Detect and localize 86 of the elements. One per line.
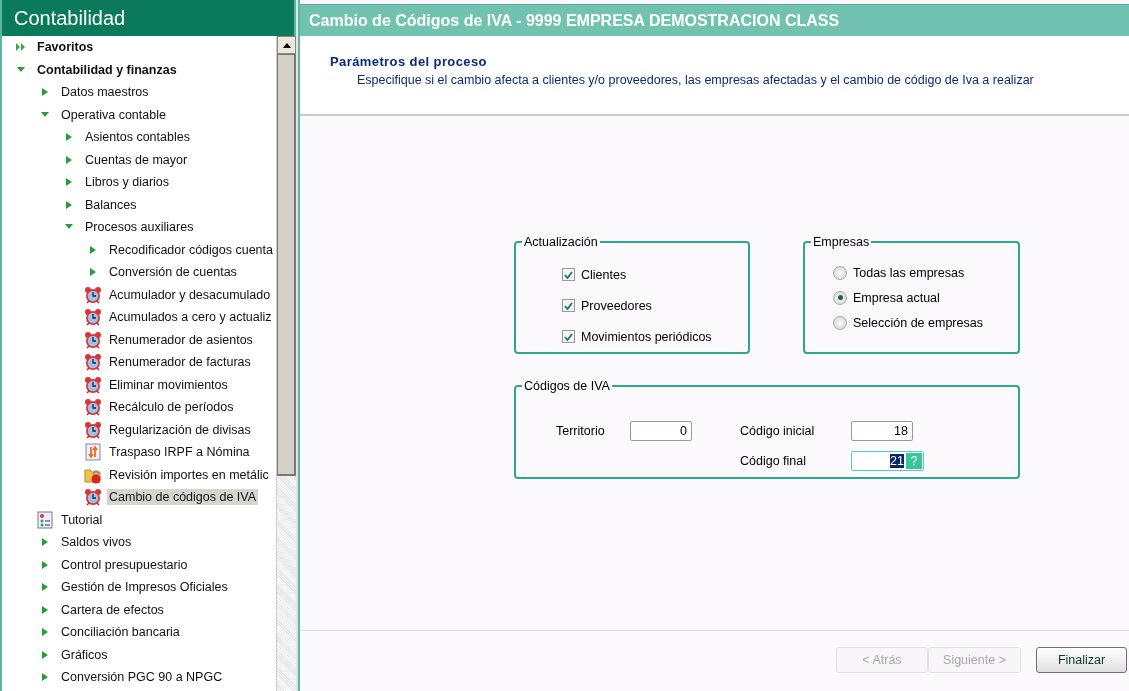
alarm-clock-icon (84, 398, 102, 417)
collapsed-arrow-icon[interactable] (41, 627, 49, 638)
tree-item[interactable]: Cambio de códigos de IVA (107, 489, 259, 506)
scrollbar[interactable] (276, 36, 296, 691)
checkbox-label[interactable]: Clientes (581, 267, 627, 282)
radio-label[interactable]: Todas las empresas (853, 265, 965, 280)
tree-item[interactable]: Acumulados a cero y actualiz (107, 309, 274, 326)
field-label: Código inicial (740, 424, 816, 438)
expanded-arrow-icon[interactable] (40, 110, 50, 119)
collapsed-arrow-icon[interactable] (65, 154, 73, 165)
collapsed-arrow-icon[interactable] (65, 177, 73, 188)
up-arrow-icon (282, 42, 291, 48)
collapsed-arrow-icon[interactable] (41, 582, 49, 593)
collapsed-arrow-icon[interactable] (65, 132, 73, 143)
wizard-button[interactable]: Finalizar (1036, 647, 1127, 673)
checkbox[interactable] (562, 299, 575, 312)
tree-item[interactable]: Operativa contable (59, 106, 168, 123)
sidebar-title: Contabilidad (0, 0, 296, 36)
radio-label[interactable]: Empresa actual (853, 290, 940, 305)
tree-item[interactable]: Conversión PGC 90 a NPGC (59, 669, 225, 686)
collapsed-arrow-icon[interactable] (41, 87, 49, 98)
tree-item[interactable]: Balances (83, 196, 139, 213)
radio-button[interactable] (833, 315, 847, 330)
tree-item[interactable]: Regularización de divisas (107, 421, 253, 438)
input-field[interactable]: 18 (851, 421, 913, 441)
tree-item[interactable]: Tutorial (59, 511, 105, 528)
alarm-clock-icon (84, 375, 102, 394)
tree-item[interactable]: Conciliación bancaria (59, 624, 182, 641)
list-document-icon (37, 510, 53, 529)
tree-item[interactable]: Favoritos (35, 39, 96, 56)
group-title: Códigos de IVA (523, 379, 611, 393)
group-title: Empresas (812, 235, 871, 249)
checkbox-label[interactable]: Proveedores (581, 298, 652, 313)
section-description: Especifique si el cambio afecta a clientes y/o proveedores, las empresas afectadas y el cambio de código de Iva a realizar (357, 73, 1035, 87)
double-arrow-icon (15, 42, 27, 53)
tree-item[interactable]: Gráficos (59, 646, 110, 663)
tree-item[interactable]: Control presupuestario (59, 556, 190, 573)
collapsed-arrow-icon[interactable] (65, 199, 73, 210)
checkbox-label[interactable]: Movimientos periódicos (581, 329, 712, 344)
input-field[interactable]: 0 (630, 421, 692, 441)
radio-label[interactable]: Selección de empresas (853, 315, 983, 330)
radio-button[interactable] (833, 265, 847, 280)
document-arrows-icon (85, 443, 101, 462)
tree-item[interactable]: Cuentas de mayor (83, 151, 190, 168)
alarm-clock-icon (84, 420, 102, 439)
tree-item[interactable]: Cartera de efectos (59, 601, 166, 618)
tree-item[interactable]: Traspaso IRPF a Nómina (107, 444, 252, 461)
alarm-clock-icon (84, 353, 102, 372)
tree-item[interactable]: Recálculo de períodos (107, 399, 236, 416)
collapsed-arrow-icon[interactable] (89, 244, 97, 255)
collapsed-arrow-icon[interactable] (41, 537, 49, 548)
checkbox[interactable] (562, 268, 575, 281)
radio-button[interactable] (833, 290, 847, 305)
alarm-clock-icon (84, 308, 102, 327)
scrollbar-thumb[interactable] (277, 54, 296, 476)
collapsed-arrow-icon[interactable] (41, 672, 49, 683)
tree-item[interactable]: Procesos auxiliares (83, 219, 196, 236)
field-label: Código final (740, 454, 807, 468)
checkbox[interactable] (562, 330, 575, 343)
tree-item[interactable]: Eliminar movimientos (107, 376, 230, 393)
collapsed-arrow-icon[interactable] (41, 559, 49, 570)
tree-item[interactable]: Libros y diarios (83, 174, 172, 191)
input-field[interactable]: 21 ? (851, 451, 924, 471)
tree-item[interactable]: Revisión importes en metálic (107, 466, 271, 483)
tree-item[interactable]: Gestión de Impresos Oficiales (59, 579, 230, 596)
alarm-clock-icon (84, 330, 102, 349)
expanded-arrow-icon[interactable] (16, 65, 26, 74)
alarm-clock-icon (84, 285, 102, 304)
collapsed-arrow-icon[interactable] (41, 649, 49, 660)
tree-item[interactable]: Asientos contables (83, 129, 192, 146)
collapsed-arrow-icon[interactable] (41, 604, 49, 615)
tree-item[interactable]: Contabilidad y finanzas (35, 61, 179, 78)
tree-item[interactable]: Conversión de cuentas (107, 264, 239, 281)
alarm-clock-icon (84, 488, 102, 507)
tree-item[interactable]: Saldos vivos (59, 534, 134, 551)
group-title: Actualización (523, 235, 599, 249)
scroll-up-button[interactable] (277, 36, 296, 54)
window-title: Cambio de Códigos de IVA - 9999 EMPRESA DEMOSTRACION CLASS (300, 4, 1129, 36)
section-title: Parámetros del proceso (330, 54, 488, 69)
collapsed-arrow-icon[interactable] (89, 267, 97, 278)
tree-item[interactable]: Renumerador de facturas (107, 354, 253, 371)
tree-item[interactable]: Datos maestros (59, 84, 151, 101)
tree-item[interactable]: Renumerador de asientos (107, 331, 255, 348)
tree-item[interactable]: Acumulador y desacumulado (107, 286, 273, 303)
field-label: Territorio (556, 424, 606, 438)
tree-item[interactable]: Recodificador códigos cuenta (107, 241, 275, 258)
